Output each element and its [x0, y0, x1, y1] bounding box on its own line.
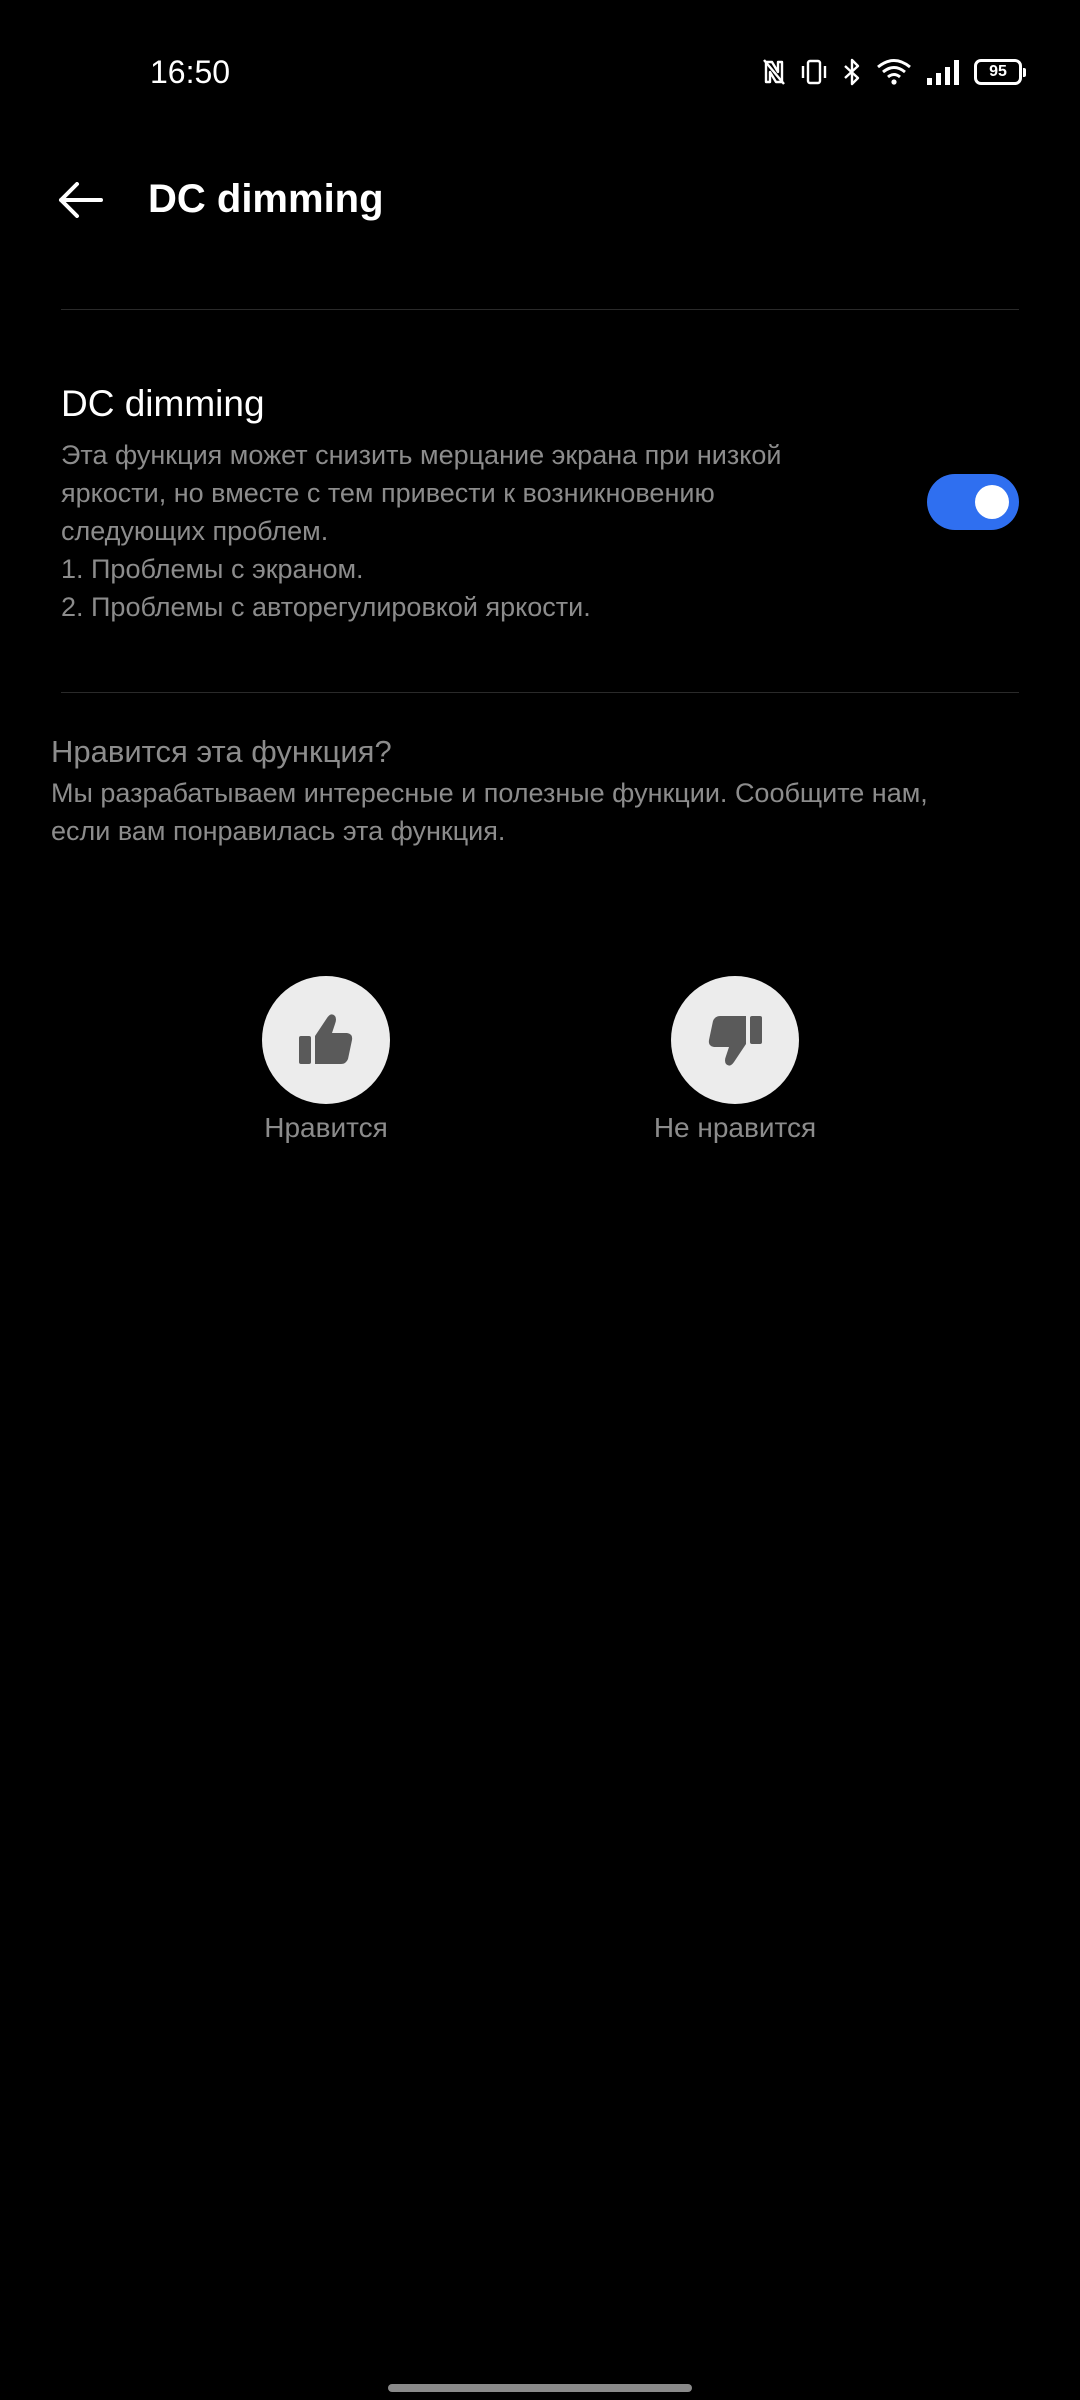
- setting-description-line: 2. Проблемы с авторегулировкой яркости.: [61, 592, 591, 622]
- like-button[interactable]: Нравится: [206, 976, 446, 1156]
- divider-top: [61, 309, 1019, 310]
- thumbs-up-icon: [299, 1014, 353, 1064]
- status-bar: 16:50 95: [0, 0, 1080, 140]
- feedback-description-line: Мы разрабатываем интересные и полезные ф…: [51, 778, 928, 808]
- like-circle[interactable]: [262, 976, 390, 1104]
- feedback-description-line: если вам понравилась эта функция.: [51, 816, 506, 846]
- setting-description-line: яркости, но вместе с тем привести к возн…: [61, 478, 715, 508]
- signal-icon: [926, 58, 960, 86]
- feedback-title: Нравится эта функция?: [51, 734, 392, 769]
- toggle-knob: [975, 485, 1009, 519]
- setting-description-line: Эта функция может снизить мерцание экран…: [61, 440, 782, 470]
- home-indicator[interactable]: [388, 2384, 692, 2392]
- dislike-button[interactable]: Не нравится: [615, 976, 855, 1156]
- battery-icon: 95: [974, 59, 1026, 85]
- setting-title: DC dimming: [61, 383, 265, 424]
- dc-dimming-setting[interactable]: DC dimming Эта функция может снизить мер…: [0, 370, 1080, 650]
- setting-description-line: 1. Проблемы с экраном.: [61, 554, 364, 584]
- status-time: 16:50: [150, 54, 231, 90]
- feedback-description: Мы разрабатываем интересные и полезные ф…: [51, 774, 1031, 850]
- setting-description-line: следующих проблем.: [61, 516, 329, 546]
- dislike-label: Не нравится: [653, 1112, 817, 1143]
- thumbs-down-icon: [708, 1016, 762, 1066]
- like-label: Нравится: [264, 1112, 388, 1143]
- bluetooth-icon: [842, 57, 862, 87]
- wifi-icon: [876, 58, 912, 86]
- back-button[interactable]: [52, 172, 108, 228]
- dislike-circle[interactable]: [671, 976, 799, 1104]
- app-header: DC dimming: [0, 150, 1080, 250]
- setting-description: Эта функция может снизить мерцание экран…: [61, 436, 861, 626]
- status-icons: 95: [762, 52, 1026, 92]
- divider-middle: [61, 692, 1019, 693]
- arrow-left-icon: [59, 182, 103, 218]
- nfc-icon: [762, 58, 786, 86]
- page-title: DC dimming: [148, 177, 384, 221]
- vibrate-icon: [800, 58, 828, 86]
- dc-dimming-toggle[interactable]: [927, 474, 1019, 530]
